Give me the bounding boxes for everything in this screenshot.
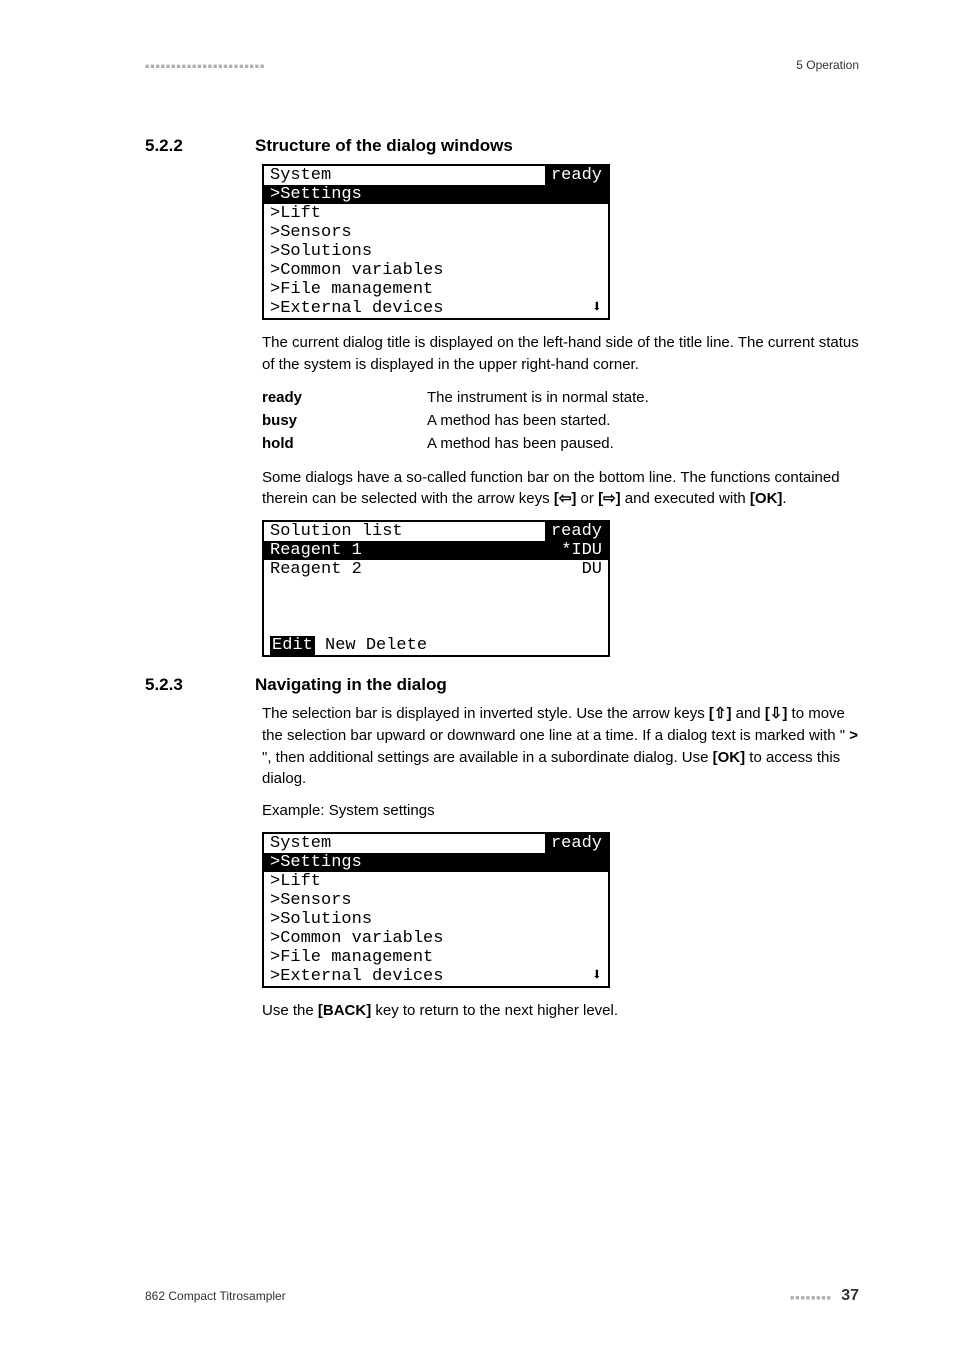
def-row: hold A method has been paused. bbox=[262, 432, 859, 455]
text: and executed with bbox=[621, 490, 750, 507]
lcd-title: System bbox=[264, 166, 545, 185]
text: ", then additional settings are availabl… bbox=[262, 749, 713, 766]
def-row: ready The instrument is in normal state. bbox=[262, 386, 859, 409]
lcd-item: >Solutions bbox=[264, 910, 608, 929]
key-ok: [OK] bbox=[713, 749, 746, 766]
lcd-item: >Lift bbox=[264, 872, 608, 891]
header-dots: ■■■■■■■■■■■■■■■■■■■■■■■ bbox=[145, 63, 265, 70]
def-desc: The instrument is in normal state. bbox=[427, 389, 859, 406]
lcd-function-bar: Edit New Delete bbox=[264, 636, 608, 655]
def-term: ready bbox=[262, 389, 427, 406]
lcd-screen-1: System ready >Settings >Lift >Sensors >S… bbox=[262, 164, 610, 320]
lcd-item-selected: Reagent 1 bbox=[264, 541, 555, 560]
lcd-item: >File management bbox=[264, 948, 608, 967]
lcd-blank bbox=[264, 598, 608, 617]
paragraph: The selection bar is displayed in invert… bbox=[262, 703, 859, 790]
section-title: Structure of the dialog windows bbox=[255, 136, 513, 155]
def-term: busy bbox=[262, 412, 427, 429]
lcd-value: *IDU bbox=[555, 541, 608, 560]
key-up: [⇧] bbox=[709, 705, 732, 722]
lcd-item: >File management bbox=[264, 280, 608, 299]
section-title: Navigating in the dialog bbox=[255, 675, 447, 694]
page-footer: 862 Compact Titrosampler ■■■■■■■■ 37 bbox=[145, 1287, 859, 1305]
fn-rest: New Delete bbox=[315, 636, 427, 655]
example-label: Example: System settings bbox=[262, 800, 859, 822]
key-left: [⇦] bbox=[554, 490, 577, 507]
scroll-down-icon: ⬇ bbox=[586, 967, 608, 986]
lcd-item: >External devices bbox=[264, 967, 586, 986]
lcd-item: >External devices bbox=[264, 299, 586, 318]
def-desc: A method has been started. bbox=[427, 412, 859, 429]
lcd-item: >Lift bbox=[264, 204, 608, 223]
key-back: [BACK] bbox=[318, 1002, 371, 1019]
key-down: [⇩] bbox=[765, 705, 788, 722]
footer-right: ■■■■■■■■ 37 bbox=[790, 1287, 859, 1305]
def-desc: A method has been paused. bbox=[427, 435, 859, 452]
lcd-status: ready bbox=[545, 166, 608, 185]
lcd-status: ready bbox=[545, 522, 608, 541]
lcd-title: System bbox=[264, 834, 545, 853]
lcd-item: >Common variables bbox=[264, 261, 608, 280]
lcd-blank bbox=[264, 617, 608, 636]
key-right: [⇨] bbox=[598, 490, 621, 507]
text: or bbox=[576, 490, 598, 507]
text: Use the bbox=[262, 1002, 318, 1019]
text: . bbox=[782, 490, 786, 507]
lcd-item: >Solutions bbox=[264, 242, 608, 261]
section-523-heading: 5.2.3Navigating in the dialog bbox=[145, 675, 859, 695]
gt-symbol: > bbox=[849, 727, 858, 744]
lcd-status: ready bbox=[545, 834, 608, 853]
footer-left: 862 Compact Titrosampler bbox=[145, 1289, 286, 1303]
paragraph: Use the [BACK] key to return to the next… bbox=[262, 1000, 859, 1022]
lcd-item-selected: >Settings bbox=[264, 853, 608, 872]
text: and bbox=[731, 705, 764, 722]
lcd-blank bbox=[264, 579, 608, 598]
section-num: 5.2.2 bbox=[145, 136, 255, 156]
section-522-heading: 5.2.2Structure of the dialog windows bbox=[145, 136, 859, 156]
def-row: busy A method has been started. bbox=[262, 409, 859, 432]
header-section: 5 Operation bbox=[796, 58, 859, 72]
scroll-down-icon: ⬇ bbox=[586, 299, 608, 318]
footer-dots: ■■■■■■■■ bbox=[790, 1295, 832, 1302]
lcd-item: Reagent 2 bbox=[264, 560, 576, 579]
lcd-title: Solution list bbox=[264, 522, 545, 541]
lcd-item-selected: >Settings bbox=[264, 185, 608, 204]
def-term: hold bbox=[262, 435, 427, 452]
paragraph: Some dialogs have a so-called function b… bbox=[262, 467, 859, 511]
status-definitions: ready The instrument is in normal state.… bbox=[262, 386, 859, 455]
paragraph: The current dialog title is displayed on… bbox=[262, 332, 859, 376]
section-num: 5.2.3 bbox=[145, 675, 255, 695]
lcd-value: DU bbox=[576, 560, 608, 579]
lcd-screen-3: System ready >Settings >Lift >Sensors >S… bbox=[262, 832, 610, 988]
text: The selection bar is displayed in invert… bbox=[262, 705, 709, 722]
fn-selected: Edit bbox=[270, 636, 315, 655]
key-ok: [OK] bbox=[750, 490, 783, 507]
lcd-item: >Common variables bbox=[264, 929, 608, 948]
page-number: 37 bbox=[841, 1287, 859, 1304]
lcd-item: >Sensors bbox=[264, 891, 608, 910]
lcd-screen-2: Solution list ready Reagent 1 *IDU Reage… bbox=[262, 520, 610, 657]
page-header: ■■■■■■■■■■■■■■■■■■■■■■■ 5 Operation bbox=[145, 58, 859, 76]
text: key to return to the next higher level. bbox=[371, 1002, 618, 1019]
lcd-item: >Sensors bbox=[264, 223, 608, 242]
